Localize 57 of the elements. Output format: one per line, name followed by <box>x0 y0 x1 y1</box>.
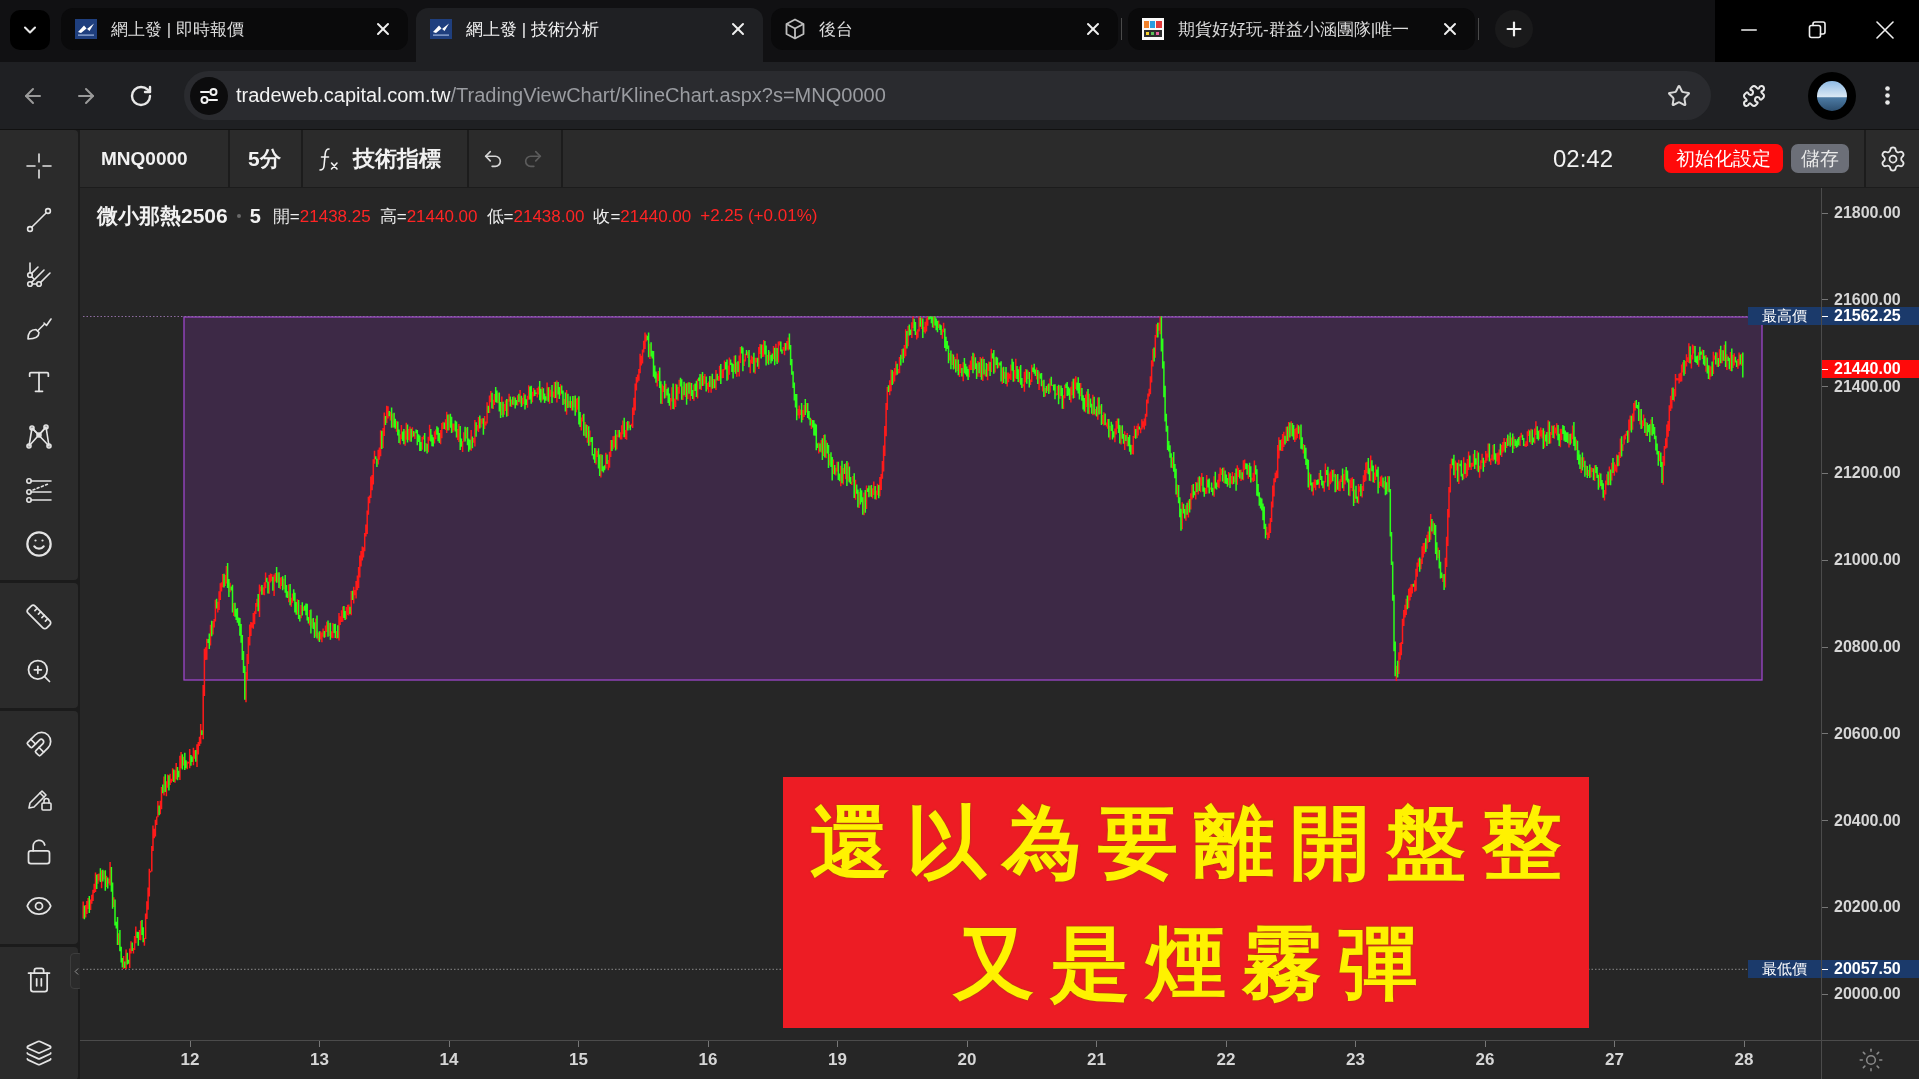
caption-line: 還以為要離開盤整 <box>809 794 1578 890</box>
reset-settings-button[interactable]: 初始化設定 <box>1664 144 1783 173</box>
zoom-in-icon <box>25 657 53 685</box>
tune-icon <box>199 85 219 106</box>
smile-icon <box>25 530 53 558</box>
tab-search-button[interactable] <box>10 10 50 50</box>
unlock-icon <box>25 838 53 866</box>
price-change: +2.25 (+0.01%) <box>700 206 818 226</box>
pitchfork-icon <box>25 260 53 288</box>
clock-time: 02:42 <box>1552 144 1613 173</box>
symbol-name: 微小那熱2506 <box>97 203 228 229</box>
cube-icon <box>785 18 805 40</box>
layers-icon <box>25 1039 53 1067</box>
address-bar[interactable]: tradeweb.capital.com.tw/TradingViewChart/KlineChart.aspx?s=MNQ0000 <box>184 71 1711 120</box>
logo-icon <box>430 19 452 39</box>
ohlc-value: 開=21438.25 <box>272 205 371 228</box>
puzzle-icon <box>1742 83 1766 108</box>
price-marker-value: 21440.00 <box>1822 360 1919 379</box>
url-text: tradeweb.capital.com.tw/TradingViewChart/KlineChart.aspx?s=MNQ0000 <box>236 84 886 107</box>
fibonacci-icon <box>25 476 53 504</box>
browser-tab[interactable]: 後台 <box>771 8 1118 50</box>
restore-icon <box>1808 21 1826 39</box>
logo-icon <box>75 19 97 39</box>
ohlc-value: 收=21440.00 <box>593 205 692 228</box>
price-marker-label: 最高價 <box>1748 307 1821 326</box>
caption-line: 又是煙霧彈 <box>951 915 1434 1011</box>
separator-dot-icon <box>236 214 241 218</box>
site-info-button[interactable] <box>190 76 228 115</box>
price-marker-value: 20057.50 <box>1822 960 1919 979</box>
ohlc-value: 高=21440.00 <box>379 205 478 228</box>
line-tool-icon <box>25 206 53 234</box>
crosshair-icon <box>25 152 53 180</box>
indicators-button[interactable]: 技術指標 <box>317 143 441 174</box>
new-tab-button[interactable] <box>1495 10 1533 48</box>
more-vertical-icon <box>1884 86 1890 105</box>
interval-value: 5 <box>249 204 261 228</box>
pattern-icon <box>25 422 53 450</box>
minimize-icon <box>1741 29 1757 31</box>
ohlc-value: 低=21438.00 <box>486 205 585 228</box>
close-icon <box>1876 21 1894 39</box>
symbol-button[interactable]: MNQ0000 <box>101 147 188 170</box>
price-marker-label: 最低價 <box>1748 960 1821 979</box>
browser-tab[interactable]: 期貨好好玩-群益小涵團隊|唯一 <box>1128 8 1475 50</box>
tile-logo-icon <box>1142 18 1164 40</box>
browser-tab[interactable]: 網上發 | 技術分析 <box>416 8 763 62</box>
ruler-icon <box>25 603 53 631</box>
trash-icon <box>25 966 53 994</box>
avatar-photo <box>1817 80 1847 111</box>
save-button[interactable]: 儲存 <box>1791 144 1849 173</box>
magnet-icon <box>25 730 53 758</box>
price-marker-value: 21562.25 <box>1822 307 1919 326</box>
browser-tab[interactable]: 網上發 | 即時報價 <box>61 8 408 50</box>
reload-icon <box>129 83 153 108</box>
interval-button[interactable]: 5分 <box>248 144 281 173</box>
star-icon <box>1667 83 1691 108</box>
sun-icon <box>1857 1047 1884 1073</box>
profile-button[interactable] <box>1808 71 1856 120</box>
